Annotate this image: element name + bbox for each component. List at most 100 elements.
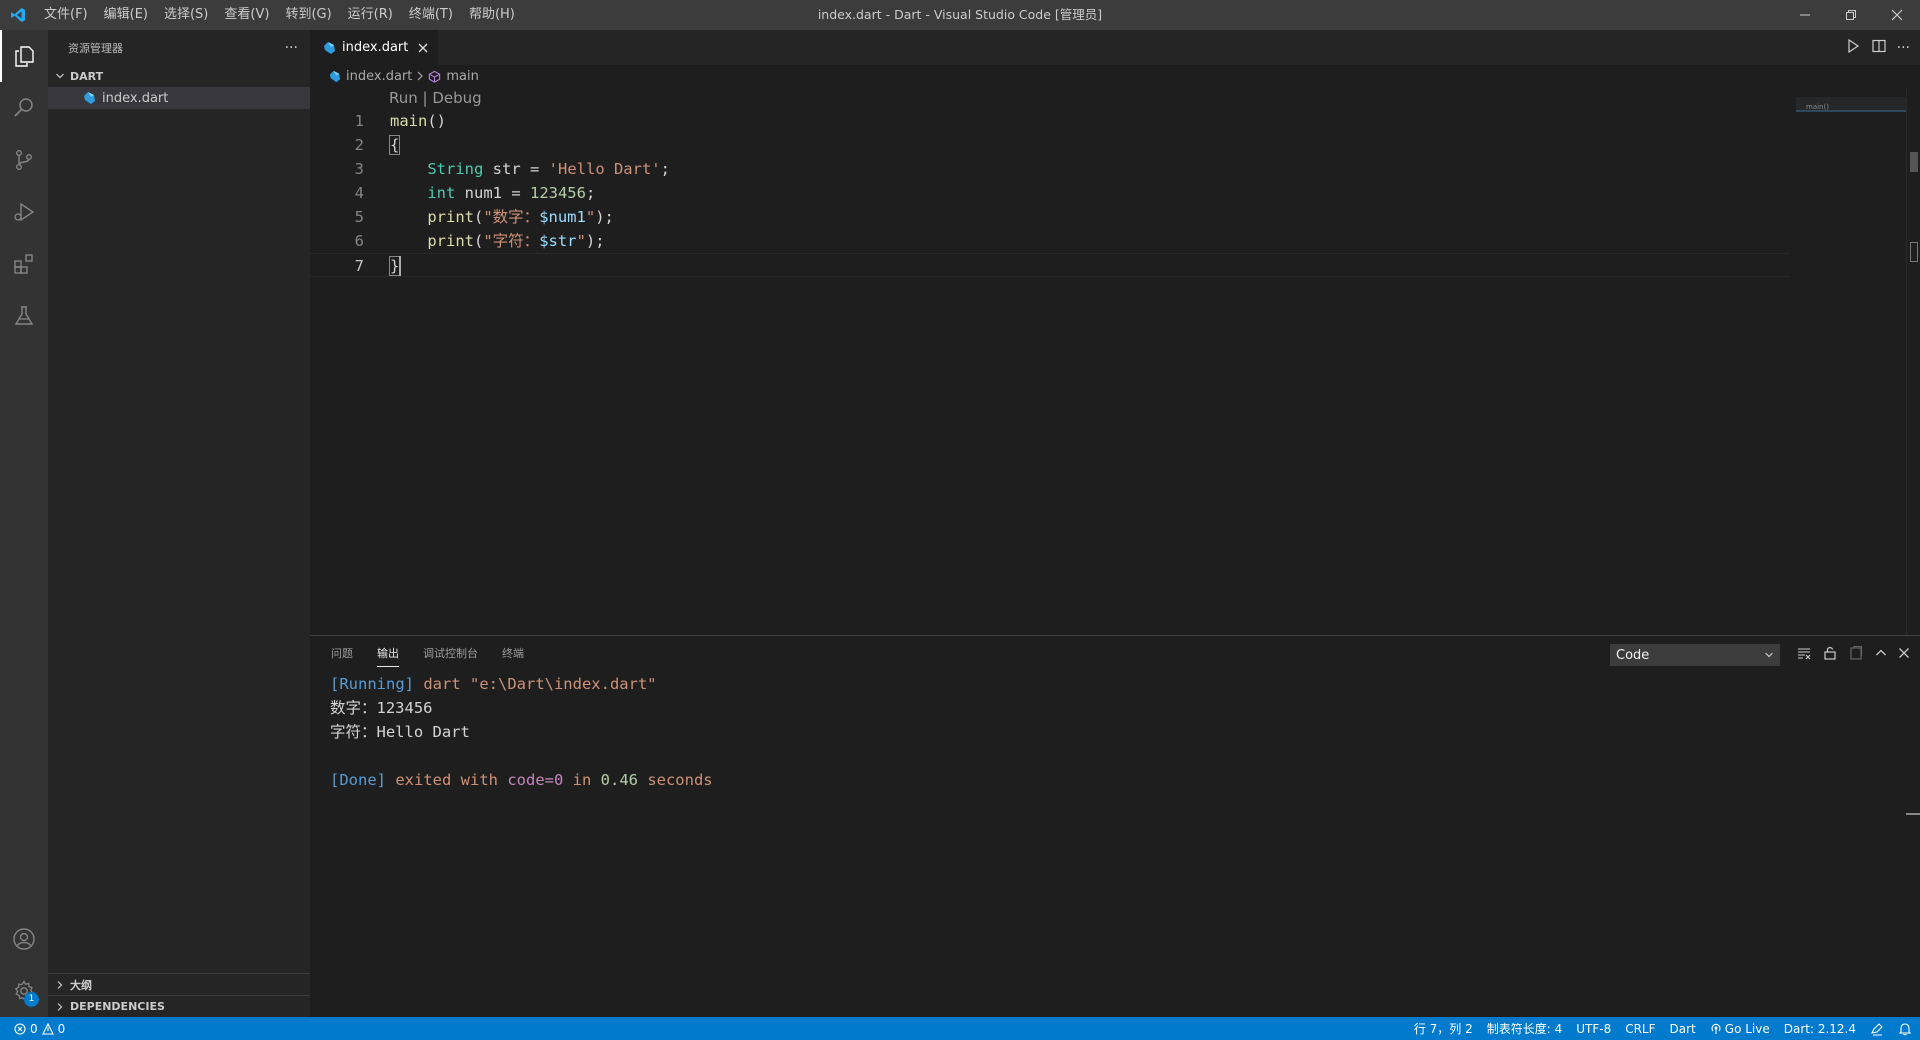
broadcast-icon [1711, 1023, 1721, 1034]
code-token: print [427, 208, 474, 226]
folder-section-dart[interactable]: DART [48, 65, 310, 87]
tab-index-dart[interactable]: index.dart [310, 30, 439, 65]
manage-button[interactable]: 1 [0, 965, 48, 1017]
cursor-position[interactable]: 行 7，列 2 [1414, 1020, 1473, 1037]
source-control-icon [15, 150, 32, 171]
more-actions-button[interactable]: ··· [285, 40, 298, 56]
code-token: { [388, 135, 401, 155]
chevron-up-icon [1876, 649, 1886, 656]
tab-bar: index.dart ··· [310, 30, 1920, 65]
source-control-button[interactable] [0, 134, 48, 186]
tab-terminal[interactable]: 终端 [502, 636, 524, 671]
scrollbar-thumb[interactable] [1910, 152, 1918, 172]
folder-name: DART [70, 69, 104, 83]
dart-version[interactable]: Dart: 2.12.4 [1784, 1022, 1856, 1036]
close-window-button[interactable] [1874, 0, 1920, 30]
language-mode[interactable]: Dart [1670, 1022, 1696, 1036]
code-token: str = [483, 160, 549, 178]
status-right: 行 7，列 2 制表符长度: 4 UTF-8 CRLF Dart Go Live… [1414, 1017, 1912, 1040]
output-channel-select[interactable]: Code [1610, 644, 1780, 666]
problems-status[interactable]: 0 0 [0, 1022, 65, 1036]
split-editor-icon [1872, 39, 1886, 52]
activity-bar: 1 [0, 30, 48, 1017]
close-icon [1899, 648, 1909, 658]
menu-view[interactable]: 查看(V) [216, 0, 277, 30]
panel-actions: Code [1610, 644, 1910, 666]
code-token: ; [660, 160, 670, 178]
close-panel-button[interactable] [1898, 647, 1910, 663]
output-line: 字符：Hello Dart [330, 723, 470, 741]
editor-more-button[interactable]: ··· [1897, 40, 1910, 56]
minimap[interactable]: main() [1796, 87, 1906, 635]
close-tab-button[interactable] [418, 43, 428, 53]
encoding[interactable]: UTF-8 [1576, 1022, 1611, 1036]
chevron-right-icon [52, 980, 68, 990]
sidebar-header: 资源管理器 ··· [48, 30, 310, 65]
menu-go[interactable]: 转到(G) [277, 0, 339, 30]
explorer-sidebar: 资源管理器 ··· DART index.dart 大纲 DEPENDENCIE… [48, 30, 310, 1017]
menu-help[interactable]: 帮助(H) [461, 0, 523, 30]
window-controls [1782, 0, 1920, 30]
lock-scroll-button[interactable] [1822, 645, 1838, 665]
line-number: 5 [354, 208, 364, 226]
line-number: 4 [354, 184, 364, 202]
output-channel-value: Code [1616, 647, 1650, 663]
output-text: in [563, 771, 601, 789]
file-label: index.dart [102, 90, 169, 106]
notifications-button[interactable] [1898, 1022, 1912, 1036]
search-button[interactable] [0, 82, 48, 134]
code-token: () [427, 112, 446, 130]
explorer-button[interactable] [0, 30, 48, 82]
output-text: seconds [637, 771, 713, 789]
menu-selection[interactable]: 选择(S) [156, 0, 216, 30]
warning-count: 0 [57, 1021, 66, 1036]
indentation[interactable]: 制表符长度: 4 [1487, 1020, 1563, 1037]
tab-debug-console[interactable]: 调试控制台 [423, 636, 478, 671]
panel-scrollbar-mark [1906, 813, 1920, 815]
open-log-button[interactable] [1848, 645, 1864, 665]
clear-output-button[interactable] [1796, 645, 1812, 665]
run-file-button[interactable] [1845, 38, 1861, 58]
maximize-panel-button[interactable] [1874, 646, 1888, 664]
code-token: ( [474, 208, 484, 226]
vscode-logo-icon[interactable] [0, 0, 36, 30]
file-item-index-dart[interactable]: index.dart [48, 87, 310, 109]
chevron-right-icon [416, 71, 424, 81]
split-editor-button[interactable] [1871, 38, 1887, 58]
editor-vertical-scrollbar[interactable] [1906, 87, 1920, 635]
accounts-button[interactable] [0, 913, 48, 965]
run-debug-button[interactable] [0, 186, 48, 238]
output-command: dart "e:\Dart\index.dart" [414, 675, 657, 693]
testing-button[interactable] [0, 290, 48, 342]
menu-run[interactable]: 运行(R) [340, 0, 401, 30]
end-of-line[interactable]: CRLF [1625, 1022, 1655, 1036]
feedback-button[interactable] [1870, 1022, 1884, 1036]
output-exit-code: code=0 [507, 771, 564, 789]
code-token: " [585, 208, 596, 226]
minimize-button[interactable] [1782, 0, 1828, 30]
tab-output[interactable]: 输出 [377, 636, 399, 671]
outline-section[interactable]: 大纲 [48, 973, 310, 995]
warning-icon [41, 1022, 54, 1035]
code-line-2: 2 { [310, 133, 1790, 157]
menu-file[interactable]: 文件(F) [36, 0, 96, 30]
output-content[interactable]: [Running] dart "e:\Dart\index.dart" 数字：1… [330, 672, 713, 792]
extensions-icon [14, 254, 33, 274]
dependencies-label: DEPENDENCIES [70, 1000, 165, 1013]
breadcrumb-symbol[interactable]: main [446, 69, 478, 84]
breadcrumb-file[interactable]: index.dart [346, 69, 412, 84]
go-live-button[interactable]: Go Live [1710, 1022, 1770, 1036]
outline-label: 大纲 [70, 978, 92, 992]
output-blank-line [330, 744, 713, 768]
menu-edit[interactable]: 编辑(E) [96, 0, 156, 30]
dependencies-section[interactable]: DEPENDENCIES [48, 995, 310, 1017]
code-editor[interactable]: Run | Debug 1 main() 2 { 3 String str = … [310, 87, 1920, 635]
explorer-icon [15, 46, 34, 67]
menu-terminal[interactable]: 终端(T) [401, 0, 461, 30]
codelens-run-debug[interactable]: Run | Debug [389, 89, 482, 107]
code-token: int [427, 184, 456, 202]
text-cursor [399, 256, 401, 276]
restore-button[interactable] [1828, 0, 1874, 30]
extensions-button[interactable] [0, 238, 48, 290]
tab-problems[interactable]: 问题 [331, 636, 353, 671]
